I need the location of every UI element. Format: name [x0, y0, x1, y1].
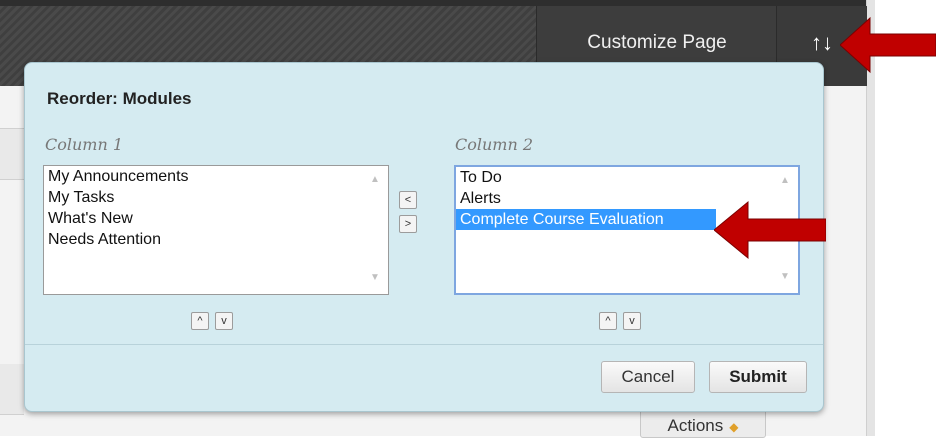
chevron-left-icon: < [404, 194, 412, 206]
reorder-modules-dialog: Reorder: Modules Column 1 Column 2 My An… [24, 62, 824, 412]
actions-label: Actions [667, 416, 724, 435]
column-2-move-up-button[interactable]: ^ [599, 312, 617, 330]
chevron-up-icon: ^ [197, 315, 203, 327]
list-item[interactable]: My Announcements [44, 166, 388, 187]
column-2-label: Column 2 [455, 135, 534, 154]
move-right-button[interactable]: > [399, 215, 417, 233]
page-row [0, 364, 24, 415]
column-1-move-down-button[interactable]: v [215, 312, 233, 330]
page-row [0, 128, 24, 180]
column-1-move-up-button[interactable]: ^ [191, 312, 209, 330]
dialog-title: Reorder: Modules [47, 89, 192, 108]
cancel-button[interactable]: Cancel [601, 361, 695, 393]
column-1-label: Column 1 [45, 135, 124, 154]
scroll-down-icon[interactable]: ▼ [368, 272, 382, 286]
move-left-button[interactable]: < [399, 191, 417, 209]
dialog-divider [25, 344, 823, 345]
column-2-move-down-button[interactable]: v [623, 312, 641, 330]
list-item[interactable]: To Do [456, 167, 798, 188]
column-1-listbox[interactable]: My Announcements My Tasks What's New Nee… [43, 165, 389, 295]
annotation-arrow-icon [714, 200, 826, 260]
chevron-up-icon: ^ [605, 315, 611, 327]
annotation-arrow-icon [840, 16, 936, 74]
scroll-down-icon[interactable]: ▼ [778, 271, 792, 285]
submit-label: Submit [729, 367, 787, 386]
cancel-label: Cancel [621, 367, 675, 386]
submit-button[interactable]: Submit [709, 361, 807, 393]
list-item[interactable]: What's New [44, 208, 388, 229]
chevron-down-icon: v [221, 315, 227, 327]
list-item-selected[interactable]: Complete Course Evaluation [456, 209, 716, 230]
chevron-down-icon: ◆ [729, 420, 739, 434]
reorder-arrows-icon: ↑↓ [811, 30, 833, 55]
customize-page-label: Customize Page [587, 32, 727, 53]
scroll-up-icon[interactable]: ▲ [368, 174, 382, 188]
chevron-down-icon: v [629, 315, 635, 327]
scroll-up-icon[interactable]: ▲ [778, 175, 792, 189]
list-item[interactable]: My Tasks [44, 187, 388, 208]
list-item[interactable]: Needs Attention [44, 229, 388, 250]
chevron-right-icon: > [404, 218, 412, 230]
